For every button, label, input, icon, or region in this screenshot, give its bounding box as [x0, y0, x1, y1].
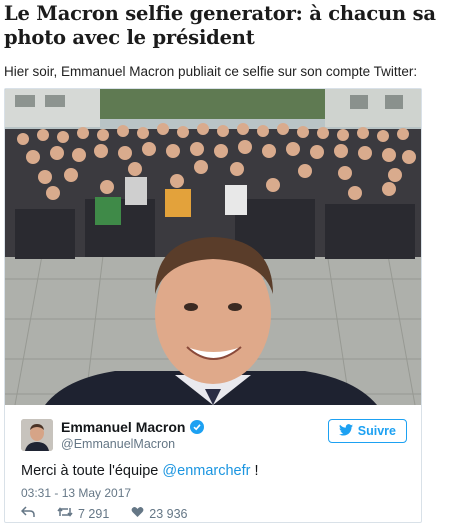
- follow-label: Suivre: [357, 424, 396, 438]
- verified-badge-icon: [190, 420, 205, 434]
- tweet-timestamp[interactable]: 03:31 - 13 May 2017: [21, 486, 131, 500]
- reply-icon: [20, 506, 35, 521]
- tweet-body: Emmanuel Macron @EmmanuelMacron Suivre M…: [5, 405, 421, 522]
- selfie-image: [5, 89, 421, 405]
- heart-icon: [131, 506, 144, 521]
- author-avatar[interactable]: [21, 419, 53, 451]
- follow-button[interactable]: Suivre: [327, 419, 407, 443]
- like-count: 23 936: [149, 506, 188, 521]
- tweet-text-after: !: [250, 463, 259, 479]
- tweet-text: Merci à toute l'équipe @enmarchefr !: [21, 463, 259, 479]
- article-headline: Le Macron selfie generator: à chacun sa …: [4, 2, 436, 49]
- reply-button[interactable]: [20, 506, 35, 521]
- selfie-photo[interactable]: [5, 89, 421, 405]
- tweet-actions: 7 291 23 936: [20, 506, 210, 521]
- author-name-row[interactable]: Emmanuel Macron: [61, 419, 205, 435]
- like-button[interactable]: 23 936: [131, 506, 188, 521]
- retweet-icon: [57, 506, 73, 521]
- author-name[interactable]: Emmanuel Macron: [61, 419, 185, 435]
- avatar-icon: [21, 419, 53, 451]
- embedded-tweet: Emmanuel Macron @EmmanuelMacron Suivre M…: [4, 88, 422, 523]
- article-intro: Hier soir, Emmanuel Macron publiait ce s…: [4, 64, 418, 79]
- mention-link[interactable]: @enmarchefr: [162, 463, 250, 479]
- retweet-count: 7 291: [78, 506, 110, 521]
- tweet-text-before: Merci à toute l'équipe: [21, 463, 163, 479]
- twitter-bird-icon: [338, 423, 353, 439]
- author-handle[interactable]: @EmmanuelMacron: [61, 437, 175, 451]
- retweet-button[interactable]: 7 291: [57, 506, 109, 521]
